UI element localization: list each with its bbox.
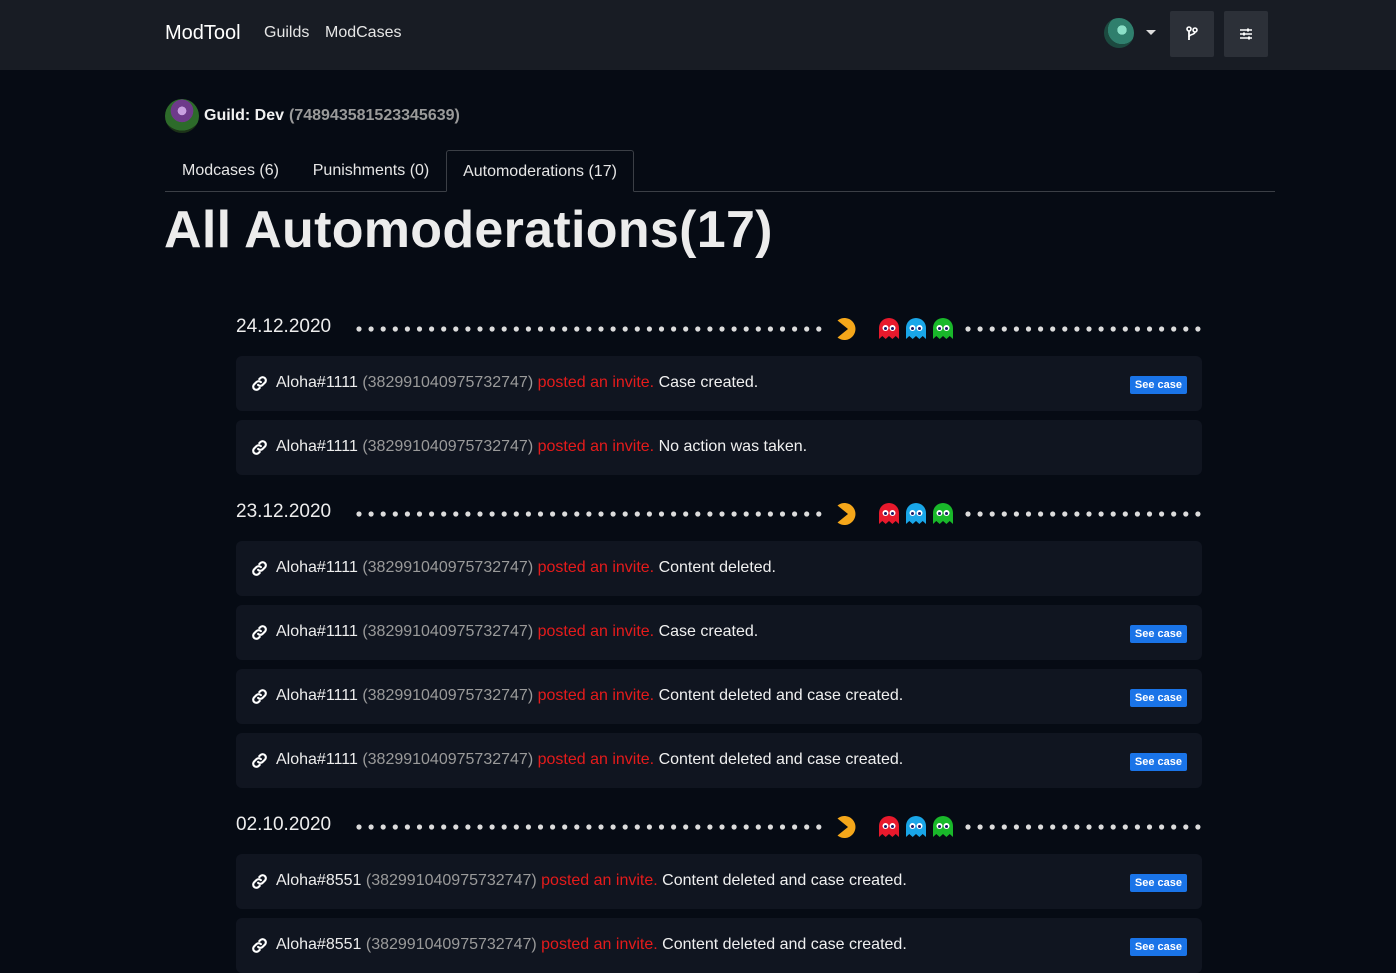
date-label: 24.12.2020 bbox=[236, 316, 332, 337]
tab-modcases[interactable]: Modcases (6) bbox=[165, 150, 296, 191]
automod-entry: Aloha#1111 (382991040975732747) posted a… bbox=[236, 669, 1202, 724]
automod-entry: Aloha#1111 (382991040975732747) posted a… bbox=[236, 356, 1202, 411]
entry-user: Aloha#1111 bbox=[276, 751, 358, 768]
entry-user-id: (382991040975732747) bbox=[362, 559, 534, 576]
automod-entry: Aloha#1111 (382991040975732747) posted a… bbox=[236, 733, 1202, 788]
entry-result: Content deleted. bbox=[658, 559, 776, 576]
entry-text: Aloha#1111 (382991040975732747) posted a… bbox=[276, 687, 903, 705]
git-branch-icon bbox=[1186, 26, 1198, 40]
settings-button[interactable] bbox=[1224, 11, 1268, 57]
entry-action: posted an invite. bbox=[537, 374, 655, 391]
entry-result: No action was taken. bbox=[658, 438, 808, 455]
guild-header: Guild: Dev (748943581523345639) bbox=[165, 99, 460, 133]
entry-text: Aloha#8551 (382991040975732747) posted a… bbox=[276, 872, 907, 890]
see-case-button[interactable]: See case bbox=[1129, 938, 1187, 956]
link-icon bbox=[251, 873, 268, 895]
entry-result: Case created. bbox=[658, 623, 759, 640]
entry-user-id: (382991040975732747) bbox=[365, 872, 537, 889]
link-icon bbox=[251, 688, 268, 710]
see-case-button[interactable]: See case bbox=[1129, 376, 1187, 394]
sliders-icon bbox=[1240, 28, 1252, 40]
see-case-button[interactable]: See case bbox=[1129, 874, 1187, 892]
link-icon bbox=[251, 752, 268, 774]
automod-entry: Aloha#1111 (382991040975732747) posted a… bbox=[236, 420, 1202, 475]
nav-link-guilds[interactable]: Guilds bbox=[264, 24, 309, 42]
entry-action: posted an invite. bbox=[537, 751, 655, 768]
entry-action: posted an invite. bbox=[541, 936, 658, 953]
chevron-down-icon[interactable] bbox=[1146, 30, 1156, 35]
date-label: 02.10.2020 bbox=[236, 814, 332, 835]
entry-action: posted an invite. bbox=[537, 687, 655, 704]
top-navbar: ModTool Guilds ModCases bbox=[0, 0, 1396, 70]
link-icon bbox=[251, 937, 268, 959]
see-case-button[interactable]: See case bbox=[1129, 689, 1187, 707]
entry-user-id: (382991040975732747) bbox=[362, 438, 534, 455]
entry-user: Aloha#1111 bbox=[276, 687, 358, 704]
entry-text: Aloha#1111 (382991040975732747) posted a… bbox=[276, 438, 807, 456]
automod-entry: Aloha#1111 (382991040975732747) posted a… bbox=[236, 605, 1202, 660]
automod-entry: Aloha#8551 (382991040975732747) posted a… bbox=[236, 854, 1202, 909]
link-icon bbox=[251, 560, 268, 582]
entry-action: posted an invite. bbox=[537, 438, 655, 455]
user-avatar[interactable] bbox=[1104, 18, 1134, 48]
automod-entry: Aloha#8551 (382991040975732747) posted a… bbox=[236, 918, 1202, 973]
page-title: All Automoderations(17) bbox=[164, 201, 773, 259]
tab-punishments[interactable]: Punishments (0) bbox=[296, 150, 446, 191]
entry-user-id: (382991040975732747) bbox=[362, 623, 534, 640]
entry-result: Content deleted and case created. bbox=[662, 872, 907, 889]
entry-user-id: (382991040975732747) bbox=[365, 936, 537, 953]
see-case-button[interactable]: See case bbox=[1129, 625, 1187, 643]
guild-name: Guild: Dev bbox=[204, 107, 285, 124]
entry-user-id: (382991040975732747) bbox=[362, 374, 534, 391]
entry-user-id: (382991040975732747) bbox=[362, 751, 534, 768]
entry-user: Aloha#8551 bbox=[276, 872, 362, 889]
entry-result: Case created. bbox=[658, 374, 759, 391]
entry-text: Aloha#1111 (382991040975732747) posted a… bbox=[276, 751, 903, 769]
link-icon bbox=[251, 439, 268, 461]
entry-user-id: (382991040975732747) bbox=[362, 687, 534, 704]
entry-user: Aloha#1111 bbox=[276, 438, 358, 455]
see-case-button[interactable]: See case bbox=[1129, 753, 1187, 771]
entry-action: posted an invite. bbox=[541, 872, 658, 889]
entry-user: Aloha#1111 bbox=[276, 374, 358, 391]
entry-result: Content deleted and case created. bbox=[662, 936, 907, 953]
entry-action: posted an invite. bbox=[537, 559, 655, 576]
entry-user: Aloha#1111 bbox=[276, 623, 358, 640]
entry-user: Aloha#8551 bbox=[276, 936, 362, 953]
entry-action: posted an invite. bbox=[537, 623, 655, 640]
guild-id: (748943581523345639) bbox=[289, 107, 460, 124]
pacman-ghosts-icon bbox=[356, 816, 1201, 838]
tab-automoderations[interactable]: Automoderations (17) bbox=[446, 150, 634, 192]
link-icon bbox=[251, 375, 268, 397]
date-label: 23.12.2020 bbox=[236, 501, 332, 522]
git-branch-button[interactable] bbox=[1170, 11, 1214, 57]
entry-result: Content deleted and case created. bbox=[658, 687, 904, 704]
guild-tabs: Modcases (6) Punishments (0) Automoderat… bbox=[165, 150, 1275, 192]
date-separator: 24.12.2020 bbox=[236, 313, 1202, 343]
pacman-ghosts-icon bbox=[356, 503, 1201, 525]
brand-logo[interactable]: ModTool bbox=[165, 22, 241, 45]
date-separator: 23.12.2020 bbox=[236, 498, 1202, 528]
guild-avatar bbox=[165, 99, 199, 133]
entry-text: Aloha#1111 (382991040975732747) posted a… bbox=[276, 374, 758, 392]
link-icon bbox=[251, 624, 268, 646]
entry-text: Aloha#8551 (382991040975732747) posted a… bbox=[276, 936, 907, 954]
automod-entry: Aloha#1111 (382991040975732747) posted a… bbox=[236, 541, 1202, 596]
entry-user: Aloha#1111 bbox=[276, 559, 358, 576]
entry-text: Aloha#1111 (382991040975732747) posted a… bbox=[276, 559, 776, 577]
date-separator: 02.10.2020 bbox=[236, 811, 1202, 841]
pacman-ghosts-icon bbox=[356, 318, 1201, 340]
entry-text: Aloha#1111 (382991040975732747) posted a… bbox=[276, 623, 758, 641]
entry-result: Content deleted and case created. bbox=[658, 751, 904, 768]
nav-link-modcases[interactable]: ModCases bbox=[325, 24, 401, 42]
